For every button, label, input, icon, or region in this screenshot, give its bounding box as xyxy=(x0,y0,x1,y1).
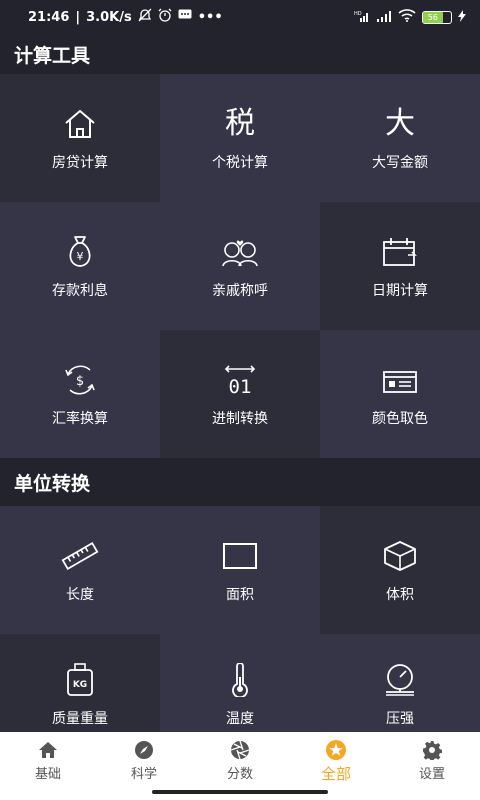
tool-label: 存款利息 xyxy=(52,283,108,299)
tool-capital-amount[interactable]: 大 大写金额 xyxy=(320,74,480,202)
battery-level: 56 xyxy=(423,11,443,23)
wifi-icon xyxy=(398,9,416,25)
big-char-icon: 大 xyxy=(385,106,415,141)
section-title-calc-tools: 计算工具 xyxy=(0,34,480,74)
tab-label: 基础 xyxy=(34,767,61,782)
charging-icon xyxy=(458,9,466,25)
color-card-icon xyxy=(382,360,418,400)
svg-text:KG: KG xyxy=(73,680,87,690)
svg-text:¥: ¥ xyxy=(77,250,84,263)
money-bag-icon: ¥ xyxy=(64,232,96,272)
svg-text:01: 01 xyxy=(229,376,252,396)
tool-exchange-rate[interactable]: $ 汇率换算 xyxy=(0,330,160,458)
home-icon xyxy=(38,740,58,760)
tool-label: 质量重量 xyxy=(52,711,108,727)
tool-label: 颜色取色 xyxy=(372,411,428,427)
tool-label: 亲戚称呼 xyxy=(212,283,268,299)
compass-icon xyxy=(134,740,154,760)
unit-volume[interactable]: 体积 xyxy=(320,506,480,634)
tool-date-calc[interactable]: 日期计算 xyxy=(320,202,480,330)
couple-icon xyxy=(221,232,259,272)
calendar-icon xyxy=(382,232,418,272)
tab-label: 全部 xyxy=(320,765,351,783)
ruler-icon xyxy=(61,536,99,576)
svg-text:$: $ xyxy=(76,374,84,389)
tab-label: 科学 xyxy=(130,767,157,782)
tab-basic[interactable]: 基础 xyxy=(0,732,96,800)
signal-hd-icon: HD xyxy=(354,10,370,25)
tab-label: 分数 xyxy=(226,767,253,782)
tool-mortgage[interactable]: 房贷计算 xyxy=(0,74,160,202)
unit-conversion-grid: 长度 面积 体积 KG 质量重量 温度 压强 xyxy=(0,506,480,734)
tool-label: 长度 xyxy=(66,587,94,603)
unit-area[interactable]: 面积 xyxy=(160,506,320,634)
exchange-icon: $ xyxy=(62,360,98,400)
tax-char-icon: 税 xyxy=(225,106,255,141)
tool-base-conversion[interactable]: 01 进制转换 xyxy=(160,330,320,458)
tool-deposit-interest[interactable]: ¥ 存款利息 xyxy=(0,202,160,330)
tab-settings[interactable]: 设置 xyxy=(384,732,480,800)
more-icon: ••• xyxy=(197,9,223,25)
tool-label: 体积 xyxy=(386,587,414,603)
alarm-icon xyxy=(158,8,172,26)
tool-label: 日期计算 xyxy=(372,283,428,299)
section-title-unit-conversion: 单位转换 xyxy=(0,458,480,506)
tool-color-picker[interactable]: 颜色取色 xyxy=(320,330,480,458)
status-bar: 21:46 | 3.0K/s ••• HD 56 xyxy=(0,0,480,34)
star-icon xyxy=(325,740,347,760)
tool-relatives[interactable]: 亲戚称呼 xyxy=(160,202,320,330)
tool-income-tax[interactable]: 税 个税计算 xyxy=(160,74,320,202)
mute-icon xyxy=(138,8,152,26)
thermometer-icon xyxy=(230,660,250,700)
tool-label: 大写金额 xyxy=(372,155,428,171)
unit-pressure[interactable]: 压强 xyxy=(320,634,480,734)
tool-label: 面积 xyxy=(226,587,254,603)
aperture-icon xyxy=(230,740,250,760)
message-icon xyxy=(178,9,192,25)
home-indicator[interactable] xyxy=(152,790,328,794)
gauge-icon xyxy=(382,660,418,700)
tool-label: 进制转换 xyxy=(212,411,268,427)
unit-mass[interactable]: KG 质量重量 xyxy=(0,634,160,734)
calc-tools-grid: 房贷计算 税 个税计算 大 大写金额 ¥ 存款利息 亲戚称呼 日期计算 $ 汇率 xyxy=(0,74,480,458)
house-icon xyxy=(63,104,97,144)
svg-text:HD: HD xyxy=(354,11,362,17)
tab-label: 设置 xyxy=(418,767,445,782)
tool-label: 房贷计算 xyxy=(52,155,108,171)
tool-label: 个税计算 xyxy=(212,155,268,171)
battery-icon: 56 xyxy=(422,10,452,24)
unit-temperature[interactable]: 温度 xyxy=(160,634,320,734)
status-time: 21:46 xyxy=(28,9,70,25)
gear-icon xyxy=(422,740,442,760)
cube-icon xyxy=(382,536,418,576)
signal-icon xyxy=(376,10,392,25)
tool-label: 压强 xyxy=(386,711,414,727)
weight-icon: KG xyxy=(65,660,95,700)
binary-icon: 01 xyxy=(222,360,258,400)
status-speed: 3.0K/s xyxy=(86,9,132,25)
tool-label: 汇率换算 xyxy=(52,411,108,427)
unit-length[interactable]: 长度 xyxy=(0,506,160,634)
tool-label: 温度 xyxy=(226,711,254,727)
square-icon xyxy=(222,536,258,576)
